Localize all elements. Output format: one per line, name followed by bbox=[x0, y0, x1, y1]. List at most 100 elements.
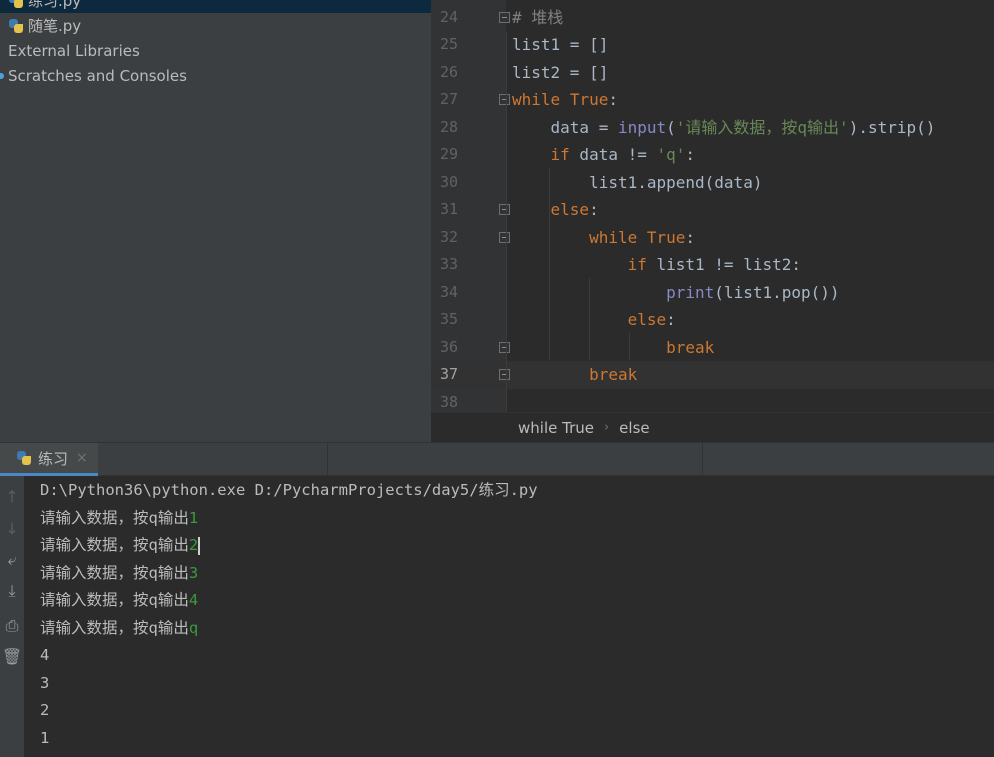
code-token: True bbox=[569, 90, 609, 109]
line-number: 29 bbox=[439, 145, 458, 163]
code-token: : bbox=[685, 145, 696, 164]
code-line[interactable]: 29 if data != 'q': bbox=[431, 141, 994, 169]
console-output-text: 请输入数据，按q输出 bbox=[40, 508, 189, 527]
code-token: if bbox=[627, 255, 647, 274]
console-output-text: 请输入数据，按q输出 bbox=[40, 618, 189, 637]
line-number: 28 bbox=[439, 117, 458, 136]
console-user-input: 4 bbox=[188, 591, 199, 609]
console-line: 请输入数据，按q输出1 bbox=[40, 505, 198, 533]
console-line: 请输入数据，按q输出2 bbox=[40, 532, 201, 560]
console-output-text: 1 bbox=[40, 728, 50, 747]
console-line: 请输入数据，按q输出q bbox=[40, 615, 198, 643]
console-line: 请输入数据，按q输出3 bbox=[40, 560, 198, 588]
breadcrumb-item-else[interactable]: else bbox=[619, 419, 649, 437]
print-icon[interactable]: ⎙ bbox=[0, 614, 24, 638]
indent-guide bbox=[629, 333, 630, 360]
console-line: 请输入数据，按q输出4 bbox=[40, 587, 198, 615]
code-token: if bbox=[550, 145, 570, 164]
code-text: break bbox=[512, 361, 637, 389]
code-text: while True: bbox=[512, 86, 618, 114]
code-line[interactable]: 24 # 堆栈 bbox=[431, 4, 994, 32]
down-arrow-icon[interactable]: ↓ bbox=[0, 516, 24, 540]
code-text: list2 = [] bbox=[512, 59, 608, 87]
console-output-text: 请输入数据，按q输出 bbox=[40, 536, 189, 554]
code-line[interactable]: 32 while True: bbox=[431, 224, 994, 252]
python-file-icon bbox=[8, 0, 24, 9]
code-line[interactable]: 37 break bbox=[431, 361, 994, 389]
fold-marker-icon[interactable] bbox=[499, 369, 510, 380]
console-user-input: 2 bbox=[188, 536, 199, 554]
chevron-right-icon: › bbox=[603, 420, 610, 435]
project-tree-item-label: 练习.py bbox=[28, 0, 82, 10]
console-user-input: 1 bbox=[188, 508, 199, 527]
code-token: input bbox=[617, 117, 667, 137]
code-token: '请输入数据，按q输出' bbox=[675, 117, 849, 137]
project-tree-item-label: Scratches and Consoles bbox=[8, 66, 187, 85]
code-token: else bbox=[627, 310, 667, 329]
console-output-text: 请输入数据，按q输出 bbox=[40, 563, 189, 582]
line-number: 35 bbox=[439, 310, 458, 328]
code-line[interactable]: 26 list2 = [] bbox=[431, 59, 994, 87]
line-number: 31 bbox=[439, 200, 458, 218]
run-console[interactable]: D:\Python36\python.exe D:/PycharmProject… bbox=[24, 476, 994, 757]
fold-marker-icon[interactable] bbox=[499, 204, 510, 215]
code-line[interactable]: 34 print(list1.pop()) bbox=[431, 279, 994, 307]
code-token: data != bbox=[569, 145, 657, 164]
fold-marker-icon[interactable] bbox=[499, 341, 510, 353]
code-token: while bbox=[512, 90, 561, 109]
tab-run-config[interactable]: 练习 × bbox=[0, 443, 98, 476]
fold-marker-icon[interactable] bbox=[499, 94, 510, 105]
project-tree-item[interactable]: Scratches and Consoles bbox=[0, 63, 187, 88]
line-number: 36 bbox=[439, 337, 458, 356]
text-caret bbox=[198, 536, 201, 555]
close-icon[interactable]: × bbox=[76, 450, 88, 466]
project-tree-item-label: 随笔.py bbox=[28, 17, 82, 35]
code-token: list1 != list2: bbox=[646, 255, 801, 274]
project-tool-window: 练习.py 随笔.py External Libraries Scratches an… bbox=[0, 0, 431, 442]
console-output-text: 2 bbox=[40, 701, 50, 719]
trash-icon[interactable]: 🗑 bbox=[0, 644, 24, 668]
console-line: 1 bbox=[40, 725, 49, 753]
code-token: break bbox=[666, 337, 715, 357]
code-token: list2 = [] bbox=[512, 62, 609, 82]
code-token: (list1.pop()) bbox=[714, 282, 840, 302]
code-token: print bbox=[666, 282, 715, 302]
code-line[interactable]: 36 break bbox=[431, 334, 994, 362]
code-line[interactable]: 33 if list1 != list2: bbox=[431, 251, 994, 279]
console-output-text: 3 bbox=[40, 673, 50, 692]
code-line[interactable]: 31 else: bbox=[431, 196, 994, 224]
soft-wrap-icon[interactable]: ⤶ bbox=[0, 548, 24, 572]
code-line[interactable]: 28 data = input('请输入数据，按q输出').strip() bbox=[431, 114, 994, 142]
line-number: 33 bbox=[439, 255, 458, 273]
breadcrumb-item-while[interactable]: while True bbox=[518, 419, 594, 437]
project-tree-item[interactable]: External Libraries bbox=[0, 38, 140, 63]
code-line[interactable]: 35 else: bbox=[431, 306, 994, 334]
python-file-icon bbox=[8, 18, 24, 34]
fold-marker-icon[interactable] bbox=[499, 231, 510, 243]
scroll-to-end-icon[interactable]: ⤓ bbox=[0, 579, 24, 603]
line-number: 25 bbox=[439, 35, 458, 53]
code-line[interactable]: 25 list1 = [] bbox=[431, 31, 994, 59]
code-text: # 堆栈 bbox=[512, 4, 563, 32]
code-line[interactable]: 27 while True: bbox=[431, 86, 994, 114]
fold-marker-icon[interactable] bbox=[499, 11, 510, 23]
code-editor[interactable]: 24 # 堆栈 25 list1 = [] 26 list2 = [] 27 while Tr… bbox=[431, 0, 994, 442]
code-token: # 堆栈 bbox=[512, 7, 564, 27]
console-output-text: 4 bbox=[40, 646, 50, 664]
code-token: True bbox=[646, 227, 686, 247]
python-icon bbox=[16, 450, 32, 466]
line-number: 37 bbox=[439, 365, 458, 383]
up-arrow-icon[interactable]: ↑ bbox=[0, 484, 24, 508]
code-line[interactable]: 30 list1.append(data) bbox=[431, 169, 994, 197]
project-tree-item[interactable]: 练习.py bbox=[0, 0, 431, 13]
header-divider bbox=[702, 443, 703, 476]
code-text: if list1 != list2: bbox=[512, 251, 801, 279]
line-number: 24 bbox=[439, 7, 458, 26]
project-tree-item[interactable]: 随笔.py bbox=[0, 13, 81, 38]
